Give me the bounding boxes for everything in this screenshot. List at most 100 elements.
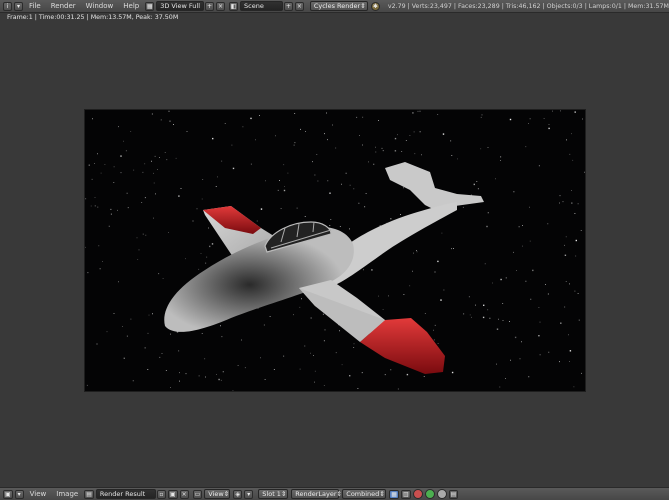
star [502,320,504,321]
star [144,197,146,199]
star [365,193,367,194]
slot-dropdown[interactable]: Slot 1 ⇕ [258,489,289,499]
star [138,249,140,251]
star [293,314,294,316]
view-dropdown-label: View [208,490,224,498]
pivot-icon[interactable]: ◈ [233,489,243,499]
star [569,361,570,362]
layout-browse-icon[interactable]: ▦ [145,1,155,11]
star [144,347,146,349]
menu-help[interactable]: Help [123,2,139,10]
view-mode-icon[interactable]: ▭ [192,489,203,499]
star [362,144,363,146]
star [565,236,567,238]
star [280,208,282,209]
add-layout-icon[interactable]: + [205,1,215,11]
star [237,365,239,366]
draw-channels-icon[interactable]: ▦ [389,489,399,499]
remove-image-icon[interactable]: × [179,489,189,499]
green-channel-icon[interactable] [424,489,435,499]
star [564,306,566,308]
star [547,223,549,225]
star [216,374,217,375]
add-scene-icon[interactable]: + [283,1,293,11]
menu-render[interactable]: Render [51,2,76,10]
new-image-icon[interactable]: ▣ [167,489,178,499]
star [314,381,315,383]
star [378,120,379,121]
star [548,351,550,353]
star [569,153,571,155]
pin-icon[interactable]: ▫ [156,489,166,499]
star [433,339,435,341]
star [218,378,220,381]
star [359,135,360,136]
image-browse-icon[interactable]: ▤ [84,489,94,499]
menu-file[interactable]: File [29,2,41,10]
image-editor-icon[interactable]: ▣ [3,489,13,499]
render-engine-dropdown[interactable]: Cycles Render ⇕ [309,1,368,11]
star [500,278,502,281]
star [569,283,570,285]
star [166,159,168,161]
info-editor-icon[interactable]: i [3,1,12,11]
remove-layout-icon[interactable]: × [216,1,226,11]
star [357,388,359,389]
menu-image[interactable]: Image [56,490,78,498]
star [186,131,188,132]
star [324,133,325,135]
star [364,206,366,208]
chevron-down-icon[interactable]: ▾ [14,1,23,11]
star [90,205,92,207]
star [581,372,582,374]
star [574,213,576,214]
star [314,174,316,176]
star [492,282,493,284]
color-channel-icon[interactable]: ▥ [400,489,411,499]
star [548,127,550,130]
render-slot-icon[interactable]: ▤ [448,489,459,499]
star [525,280,527,282]
scene-browse-icon[interactable]: ◧ [229,1,239,11]
scene-field[interactable]: Scene [240,1,283,11]
star [256,220,258,222]
view-dropdown[interactable]: View ⇕ [204,489,231,499]
slot-label: Slot 1 [262,490,281,498]
star [416,251,418,253]
star [110,208,112,210]
star [287,172,289,174]
remove-scene-icon[interactable]: × [294,1,304,11]
star [564,244,565,246]
image-name-field[interactable]: Render Result [95,489,156,499]
star [571,202,573,204]
star [480,148,482,150]
chevron-down-icon[interactable]: ▾ [14,489,24,499]
star [513,191,515,193]
star [100,172,102,174]
star [403,294,405,295]
star [577,293,579,294]
star [322,313,324,315]
uv-sync-icon[interactable]: ▾ [244,489,254,499]
star [329,192,331,194]
star [375,146,376,148]
star [498,318,499,320]
star [314,370,316,372]
fuselage-nose [164,226,354,332]
screen-layout-field[interactable]: 3D View Full [156,1,205,11]
star [575,255,577,257]
render-pass-dropdown[interactable]: Combined ⇕ [342,489,387,499]
red-channel-icon[interactable] [412,489,423,499]
star [326,112,327,114]
star [242,126,244,128]
star [513,251,514,253]
alpha-channel-icon[interactable] [436,489,447,499]
star [160,119,162,121]
star [231,144,233,146]
menu-window[interactable]: Window [86,2,114,10]
render-result-image [84,109,586,392]
render-layer-dropdown[interactable]: RenderLayer ⇕ [291,489,342,499]
menu-view[interactable]: View [30,490,47,498]
star [538,165,540,167]
star [571,190,572,191]
